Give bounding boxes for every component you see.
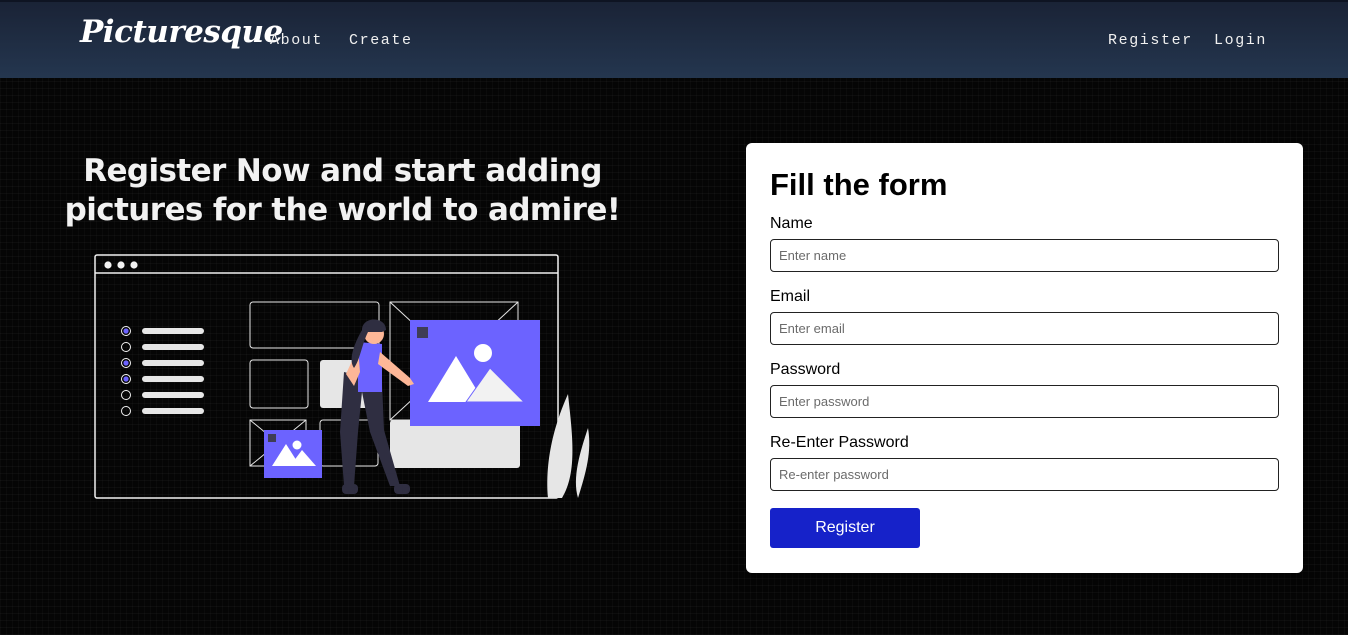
woman-adding-picture-illustration — [94, 254, 590, 499]
hero-title: Register Now and start adding pictures f… — [60, 152, 625, 230]
nav-link-login[interactable]: Login — [1214, 32, 1267, 49]
nav-link-about[interactable]: About — [270, 32, 323, 49]
navbar: Picturesque About Create Register Login — [0, 0, 1348, 78]
re-enter-password-label: Re-Enter Password — [770, 434, 909, 451]
name-input[interactable] — [770, 239, 1279, 272]
re-enter-password-input[interactable] — [770, 458, 1279, 491]
email-label: Email — [770, 288, 811, 305]
nav-link-create[interactable]: Create — [349, 32, 413, 49]
plant-leaf — [547, 394, 573, 498]
password-input[interactable] — [770, 385, 1279, 418]
window-dot-icon — [130, 261, 138, 269]
placeholder-box — [249, 359, 309, 409]
window-dot-icon — [104, 261, 112, 269]
brand-logo[interactable]: Picturesque — [80, 14, 283, 50]
placeholder-box-filled — [390, 420, 520, 468]
nav-link-register[interactable]: Register — [1108, 32, 1193, 49]
window-dot-icon — [117, 261, 125, 269]
password-label: Password — [770, 361, 841, 378]
hero-title-line2: pictures for the world to admire! — [64, 192, 621, 228]
register-form-card: Fill the form Name Email Password Re-Ent… — [746, 143, 1303, 573]
name-label: Name — [770, 215, 813, 232]
radio-list-graphic — [121, 326, 204, 416]
email-input[interactable] — [770, 312, 1279, 345]
form-title: Fill the form — [770, 167, 948, 202]
register-submit-button[interactable]: Register — [770, 508, 920, 548]
hero-title-line1: Register Now and start adding — [83, 153, 602, 189]
large-picture-icon — [410, 320, 540, 426]
